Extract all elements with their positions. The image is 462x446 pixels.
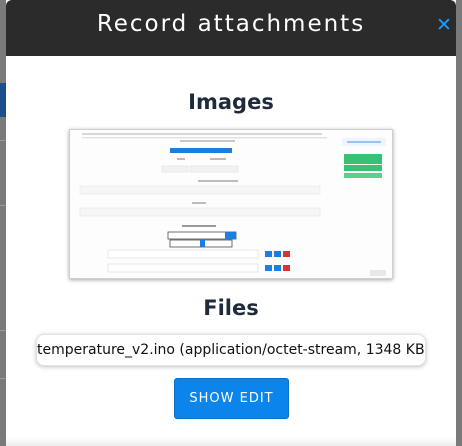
close-icon[interactable]: ✕: [436, 16, 452, 35]
record-attachments-modal: Record attachments ✕ Images Files temper…: [6, 0, 456, 446]
images-heading: Images: [188, 90, 274, 114]
file-attachment-item[interactable]: temperature_v2.ino (application/octet-st…: [36, 334, 426, 366]
files-heading: Files: [203, 296, 259, 320]
modal-header: Record attachments ✕: [6, 0, 456, 56]
image-attachment-thumbnail[interactable]: [69, 129, 393, 279]
show-edit-button[interactable]: SHOW EDIT: [174, 378, 289, 419]
modal-title: Record attachments: [96, 11, 366, 37]
thumbnail-screenshot-graphic: [70, 130, 392, 278]
modal-footer-edge: [6, 437, 456, 446]
